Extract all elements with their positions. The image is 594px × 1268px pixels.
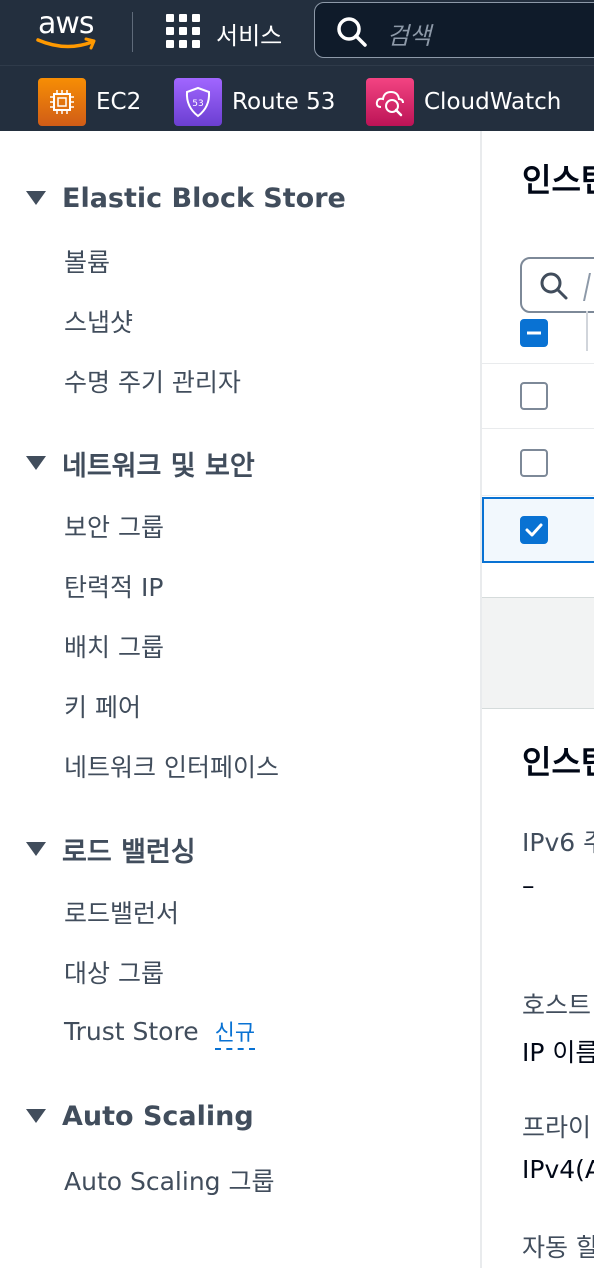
favorite-ec2[interactable]: EC2 bbox=[38, 78, 141, 126]
section-title: 네트워크 및 보안 bbox=[62, 450, 255, 482]
indeterminate-icon bbox=[527, 331, 541, 335]
services-grid-icon[interactable] bbox=[166, 14, 200, 48]
split-panel-header bbox=[482, 597, 594, 709]
private-ip-label: 프라이 bbox=[522, 1113, 592, 1142]
services-menu-label[interactable]: 서비스 bbox=[216, 16, 282, 51]
nav-divider bbox=[132, 12, 133, 52]
favorite-cloudwatch-label: CloudWatch bbox=[424, 89, 562, 115]
favorite-ec2-label: EC2 bbox=[96, 89, 142, 115]
row-checkbox[interactable] bbox=[520, 449, 548, 477]
sidebar-item-lifecycle-manager[interactable]: 수명 주기 관리자 bbox=[64, 363, 241, 399]
sidebar-item-trust-store[interactable]: Trust Store 신규 bbox=[64, 1015, 256, 1050]
section-title: 로드 밸런싱 bbox=[62, 836, 196, 868]
column-separator bbox=[586, 311, 588, 351]
section-title: Auto Scaling bbox=[62, 1100, 254, 1132]
main-content: 인스턴 인스턴 IPv6 주 – 호스트 IP 이름 프라이 IPv4(A 자 bbox=[482, 131, 594, 1268]
select-all-checkbox[interactable] bbox=[520, 319, 548, 347]
favorite-route53-label: Route 53 bbox=[232, 89, 336, 115]
sidebar-item-target-groups[interactable]: 대상 그룹 bbox=[64, 954, 164, 990]
sidebar-item-key-pairs[interactable]: 키 페어 bbox=[64, 688, 141, 724]
row-checkbox[interactable] bbox=[520, 516, 548, 544]
section-load-balancing[interactable]: 로드 밸런싱 bbox=[26, 831, 196, 868]
table-row-selected[interactable] bbox=[482, 497, 594, 563]
hostname-label: 호스트 bbox=[522, 991, 592, 1020]
section-elastic-block-store[interactable]: Elastic Block Store bbox=[26, 180, 346, 216]
favorite-cloudwatch[interactable]: CloudWatch bbox=[366, 78, 561, 126]
aws-logo[interactable]: aws bbox=[36, 6, 100, 52]
checkmark-icon bbox=[525, 523, 543, 537]
sidebar-item-security-groups[interactable]: 보안 그룹 bbox=[64, 508, 164, 544]
caret-down-icon bbox=[26, 842, 46, 856]
caret-down-icon bbox=[26, 1109, 46, 1123]
section-network-security[interactable]: 네트워크 및 보안 bbox=[26, 445, 255, 482]
caret-down-icon bbox=[26, 191, 46, 205]
global-search-input[interactable]: 검색 bbox=[314, 2, 594, 58]
svg-text:53: 53 bbox=[192, 99, 203, 109]
sidebar-item-volumes[interactable]: 볼륨 bbox=[64, 243, 110, 279]
ipv6-label: IPv6 주 bbox=[522, 828, 594, 857]
private-ip-value: IPv4(A bbox=[522, 1155, 594, 1184]
sidebar-navigation: Elastic Block Store 볼륨 스냅샷 수명 주기 관리자 네트워… bbox=[0, 131, 480, 1268]
cloudwatch-icon bbox=[366, 78, 414, 126]
ipv6-value: – bbox=[522, 871, 535, 900]
search-icon bbox=[337, 17, 367, 47]
row-checkbox[interactable] bbox=[520, 382, 548, 410]
top-navigation: aws 서비스 검색 bbox=[0, 0, 594, 65]
table-row[interactable] bbox=[482, 430, 594, 496]
favorites-bar: EC2 53 Route 53 CloudWatch bbox=[0, 65, 594, 131]
section-title: Elastic Block Store bbox=[62, 182, 346, 214]
sidebar-item-snapshots[interactable]: 스냅샷 bbox=[64, 303, 133, 339]
table-header bbox=[482, 299, 594, 364]
sidebar-item-label: Trust Store bbox=[64, 1017, 199, 1046]
route53-icon: 53 bbox=[174, 78, 222, 126]
sidebar-item-elastic-ips[interactable]: 탄력적 IP bbox=[64, 568, 163, 604]
new-badge: 신규 bbox=[214, 1021, 256, 1050]
section-auto-scaling[interactable]: Auto Scaling bbox=[26, 1098, 254, 1134]
sidebar-item-load-balancers[interactable]: 로드밸런서 bbox=[64, 894, 179, 930]
search-icon bbox=[540, 272, 568, 300]
sidebar-item-network-interfaces[interactable]: 네트워크 인터페이스 bbox=[64, 748, 279, 784]
search-placeholder bbox=[583, 273, 591, 301]
aws-smile-icon bbox=[36, 37, 96, 50]
details-title: 인스턴 bbox=[522, 743, 594, 781]
favorite-route53[interactable]: 53 Route 53 bbox=[174, 78, 335, 126]
hostname-value: IP 이름 bbox=[522, 1038, 594, 1067]
sidebar-item-placement-groups[interactable]: 배치 그룹 bbox=[64, 628, 164, 664]
sidebar-item-auto-scaling-groups[interactable]: Auto Scaling 그룹 bbox=[64, 1162, 274, 1198]
table-row[interactable] bbox=[482, 363, 594, 429]
auto-assign-label: 자동 할 bbox=[522, 1233, 594, 1262]
page-title: 인스턴 bbox=[522, 161, 594, 199]
caret-down-icon bbox=[26, 456, 46, 470]
search-placeholder: 검색 bbox=[387, 22, 432, 50]
ec2-icon bbox=[38, 78, 86, 126]
